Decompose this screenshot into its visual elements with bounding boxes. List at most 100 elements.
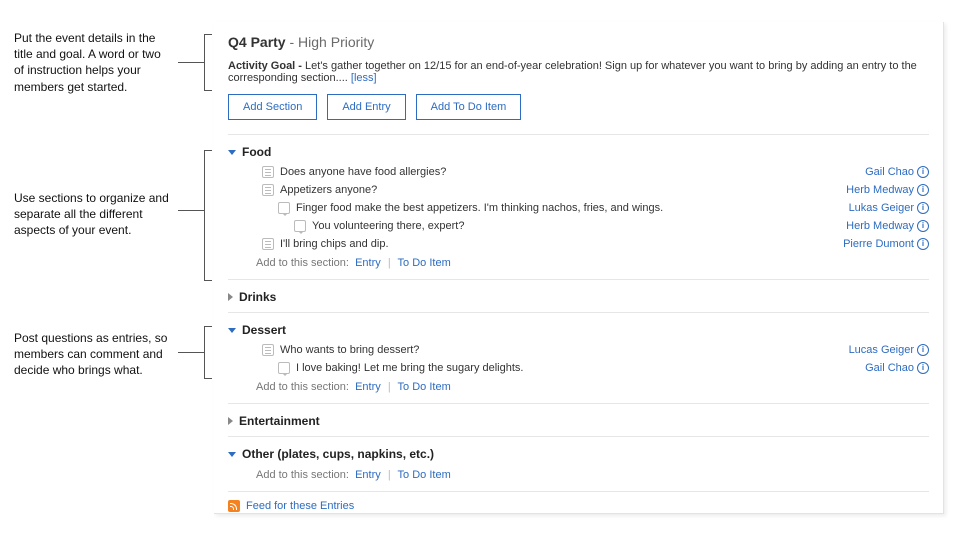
add-entry-link[interactable]: Entry bbox=[355, 257, 381, 269]
annotation-bracket-line bbox=[178, 352, 204, 353]
annotation-bracket-line bbox=[178, 210, 204, 211]
chevron-down-icon bbox=[228, 452, 236, 457]
divider bbox=[228, 403, 929, 404]
section-entertainment: Entertainment bbox=[228, 410, 929, 432]
comment-author[interactable]: Herb Medwayi bbox=[846, 220, 929, 232]
add-to-section: Add to this section: Entry | To Do Item bbox=[234, 465, 929, 487]
comment-author[interactable]: Lukas Geigeri bbox=[849, 202, 929, 214]
activity-pane: Q4 Party - High Priority Activity Goal -… bbox=[214, 22, 944, 514]
entry-icon bbox=[262, 238, 274, 250]
add-todo-link[interactable]: To Do Item bbox=[398, 381, 451, 393]
info-icon: i bbox=[917, 166, 929, 178]
divider bbox=[228, 312, 929, 313]
section-title: Entertainment bbox=[239, 414, 320, 428]
annotation-bracket-line bbox=[204, 280, 212, 281]
rss-icon bbox=[228, 500, 240, 512]
chevron-down-icon bbox=[228, 150, 236, 155]
section-title: Drinks bbox=[239, 290, 276, 304]
comment-row[interactable]: You volunteering there, expert? Herb Med… bbox=[234, 217, 929, 235]
annotation-bracket-line bbox=[204, 378, 212, 379]
entry-author[interactable]: Pierre Dumonti bbox=[843, 238, 929, 250]
entry-text: Does anyone have food allergies? bbox=[280, 166, 865, 178]
add-to-section: Add to this section: Entry | To Do Item bbox=[234, 377, 929, 399]
add-entry-link[interactable]: Entry bbox=[355, 469, 381, 481]
divider bbox=[228, 134, 929, 135]
annotation-entries: Post questions as entries, so members ca… bbox=[14, 330, 174, 379]
entry-row[interactable]: Appetizers anyone? Herb Medwayi bbox=[234, 181, 929, 199]
add-entry-button[interactable]: Add Entry bbox=[327, 94, 405, 120]
divider bbox=[228, 491, 929, 492]
title-main: Q4 Party bbox=[228, 34, 286, 50]
comment-row[interactable]: Finger food make the best appetizers. I'… bbox=[234, 199, 929, 217]
divider bbox=[228, 279, 929, 280]
annotation-bracket-line bbox=[204, 150, 205, 280]
add-todo-button[interactable]: Add To Do Item bbox=[416, 94, 522, 120]
section-header-entertainment[interactable]: Entertainment bbox=[228, 410, 929, 432]
entry-row[interactable]: I'll bring chips and dip. Pierre Dumonti bbox=[234, 235, 929, 253]
separator: | bbox=[388, 257, 391, 269]
chevron-down-icon bbox=[228, 328, 236, 333]
entry-row[interactable]: Who wants to bring dessert? Lucas Geiger… bbox=[234, 341, 929, 359]
chevron-right-icon bbox=[228, 293, 233, 301]
entry-author[interactable]: Herb Medwayi bbox=[846, 184, 929, 196]
section-food: Food Does anyone have food allergies? Ga… bbox=[228, 141, 929, 275]
entry-icon bbox=[262, 344, 274, 356]
section-header-food[interactable]: Food bbox=[228, 141, 929, 163]
separator: | bbox=[388, 381, 391, 393]
separator: | bbox=[388, 469, 391, 481]
title-sub: High Priority bbox=[298, 34, 374, 50]
comment-text: I love baking! Let me bring the sugary d… bbox=[296, 362, 865, 374]
annotation-title-goal: Put the event details in the title and g… bbox=[14, 30, 174, 95]
info-icon: i bbox=[917, 220, 929, 232]
entry-author[interactable]: Gail Chaoi bbox=[865, 166, 929, 178]
annotation-bracket-line bbox=[204, 34, 205, 90]
info-icon: i bbox=[917, 362, 929, 374]
comment-icon bbox=[278, 362, 290, 374]
annotation-bracket-line bbox=[204, 326, 205, 378]
comment-text: Finger food make the best appetizers. I'… bbox=[296, 202, 849, 214]
section-other: Other (plates, cups, napkins, etc.) Add … bbox=[228, 443, 929, 487]
goal-label: Activity Goal - bbox=[228, 60, 305, 72]
info-icon: i bbox=[917, 202, 929, 214]
entry-text: Who wants to bring dessert? bbox=[280, 344, 849, 356]
comment-icon bbox=[278, 202, 290, 214]
activity-goal: Activity Goal - Let's gather together on… bbox=[228, 60, 929, 84]
info-icon: i bbox=[917, 184, 929, 196]
info-icon: i bbox=[917, 344, 929, 356]
page-title: Q4 Party - High Priority bbox=[228, 34, 929, 50]
annotation-bracket-line bbox=[178, 62, 204, 63]
add-prefix: Add to this section: bbox=[256, 257, 349, 269]
annotation-bracket-line bbox=[204, 34, 212, 35]
action-button-row: Add Section Add Entry Add To Do Item bbox=[228, 94, 929, 120]
comment-author[interactable]: Gail Chaoi bbox=[865, 362, 929, 374]
section-header-other[interactable]: Other (plates, cups, napkins, etc.) bbox=[228, 443, 929, 465]
section-header-dessert[interactable]: Dessert bbox=[228, 319, 929, 341]
section-body: Add to this section: Entry | To Do Item bbox=[228, 465, 929, 487]
comment-text: You volunteering there, expert? bbox=[312, 220, 846, 232]
add-section-button[interactable]: Add Section bbox=[228, 94, 317, 120]
entry-author[interactable]: Lucas Geigeri bbox=[849, 344, 929, 356]
entry-icon bbox=[262, 184, 274, 196]
feed-label: Feed for these Entries bbox=[246, 500, 354, 512]
section-body: Does anyone have food allergies? Gail Ch… bbox=[228, 163, 929, 275]
section-header-drinks[interactable]: Drinks bbox=[228, 286, 929, 308]
entry-row[interactable]: Does anyone have food allergies? Gail Ch… bbox=[234, 163, 929, 181]
entry-text: I'll bring chips and dip. bbox=[280, 238, 843, 250]
add-todo-link[interactable]: To Do Item bbox=[398, 469, 451, 481]
section-body: Who wants to bring dessert? Lucas Geiger… bbox=[228, 341, 929, 399]
annotation-bracket-line bbox=[204, 90, 212, 91]
goal-less-toggle[interactable]: [less] bbox=[351, 72, 377, 84]
add-todo-link[interactable]: To Do Item bbox=[398, 257, 451, 269]
comment-icon bbox=[294, 220, 306, 232]
feed-link[interactable]: Feed for these Entries bbox=[228, 500, 929, 512]
add-entry-link[interactable]: Entry bbox=[355, 381, 381, 393]
chevron-right-icon bbox=[228, 417, 233, 425]
info-icon: i bbox=[917, 238, 929, 250]
annotation-bracket-line bbox=[204, 150, 212, 151]
entry-text: Appetizers anyone? bbox=[280, 184, 846, 196]
section-dessert: Dessert Who wants to bring dessert? Luca… bbox=[228, 319, 929, 399]
add-prefix: Add to this section: bbox=[256, 381, 349, 393]
annotation-sections: Use sections to organize and separate al… bbox=[14, 190, 174, 239]
comment-row[interactable]: I love baking! Let me bring the sugary d… bbox=[234, 359, 929, 377]
section-title: Dessert bbox=[242, 323, 286, 337]
